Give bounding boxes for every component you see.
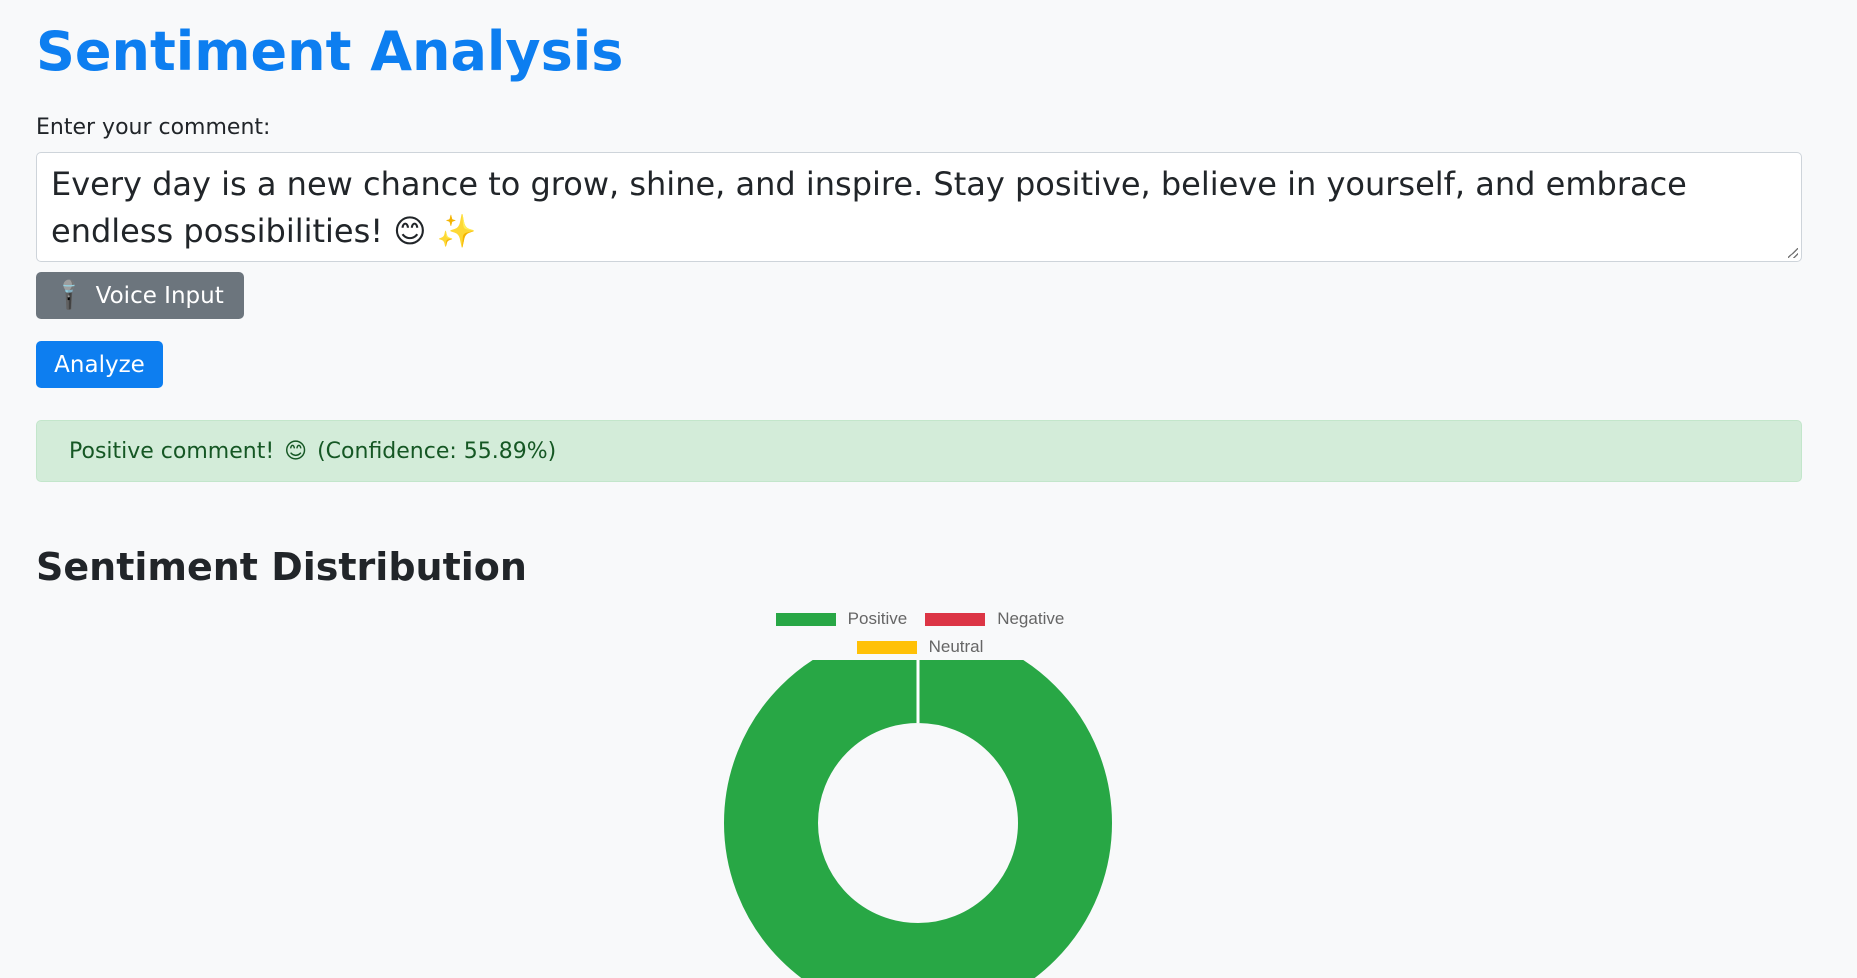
legend-row-1: Positive Negative: [720, 605, 1120, 633]
legend-label-neutral: Neutral: [928, 637, 984, 656]
result-label: Positive comment!: [69, 438, 275, 464]
legend-swatch-positive: [775, 612, 836, 626]
page-title: Sentiment Analysis: [36, 20, 624, 83]
legend-swatch-negative: [925, 612, 986, 626]
microphone-icon: 🎤: [51, 276, 89, 315]
legend-item-positive[interactable]: Positive: [775, 609, 908, 629]
legend-item-negative[interactable]: Negative: [925, 609, 1064, 629]
voice-input-label: Voice Input: [95, 282, 224, 309]
sentiment-donut-chart: [724, 660, 1112, 978]
result-alert: Positive comment! 😊 (Confidence: 55.89%): [36, 420, 1802, 482]
chart-legend: Positive Negative Neutral: [720, 605, 1120, 661]
legend-label-negative: Negative: [997, 609, 1065, 628]
result-confidence: (Confidence: 55.89%): [317, 438, 557, 464]
comment-textarea[interactable]: Every day is a new chance to grow, shine…: [36, 152, 1802, 262]
comment-text: Every day is a new chance to grow, shine…: [51, 165, 1687, 250]
legend-item-neutral[interactable]: Neutral: [856, 637, 984, 657]
smile-icon: 😊: [284, 438, 308, 464]
legend-label-positive: Positive: [847, 609, 908, 628]
comment-label: Enter your comment:: [36, 115, 271, 140]
resize-handle-icon[interactable]: [1788, 248, 1798, 258]
voice-input-button[interactable]: 🎤 Voice Input: [36, 272, 244, 319]
legend-swatch-neutral: [856, 640, 917, 654]
distribution-title: Sentiment Distribution: [36, 545, 527, 589]
legend-row-2: Neutral: [720, 633, 1120, 661]
analyze-button[interactable]: Analyze: [36, 341, 163, 388]
